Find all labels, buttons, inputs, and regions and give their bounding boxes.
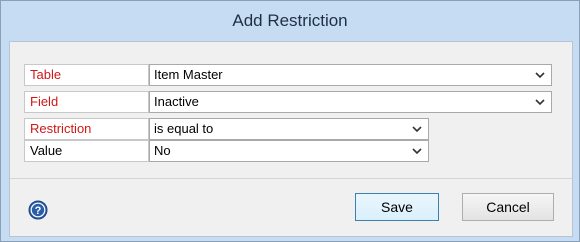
form-row-table: Table Item Master [24, 64, 552, 86]
svg-text:?: ? [35, 205, 42, 217]
dialog-content: Table Item Master Field Inactive Restric… [9, 41, 573, 237]
form-row-field: Field Inactive [24, 91, 552, 113]
field-select[interactable]: Inactive [149, 91, 552, 113]
question-circle-icon[interactable]: ? [28, 200, 48, 220]
add-restriction-dialog: Add Restriction Table Item Master Field … [0, 0, 580, 242]
chevron-down-icon [535, 99, 545, 106]
restriction-select-value: is equal to [154, 121, 214, 136]
footer-divider [10, 178, 572, 179]
form-row-restriction: Restriction is equal to [24, 118, 429, 140]
field-select-value: Inactive [154, 94, 199, 109]
restriction-select[interactable]: is equal to [149, 118, 429, 140]
dialog-title: Add Restriction [232, 10, 348, 30]
form-row-value: Value No [24, 140, 429, 162]
chevron-down-icon [535, 72, 545, 79]
value-label: Value [24, 140, 149, 162]
field-label: Field [24, 91, 149, 113]
cancel-button[interactable]: Cancel [462, 193, 554, 221]
value-select[interactable]: No [149, 140, 429, 162]
save-button[interactable]: Save [355, 193, 439, 221]
chevron-down-icon [412, 148, 422, 155]
table-label: Table [24, 64, 149, 86]
table-select[interactable]: Item Master [149, 64, 552, 86]
chevron-down-icon [412, 126, 422, 133]
table-select-value: Item Master [154, 67, 223, 82]
value-select-value: No [154, 143, 171, 158]
restriction-label: Restriction [24, 118, 149, 140]
